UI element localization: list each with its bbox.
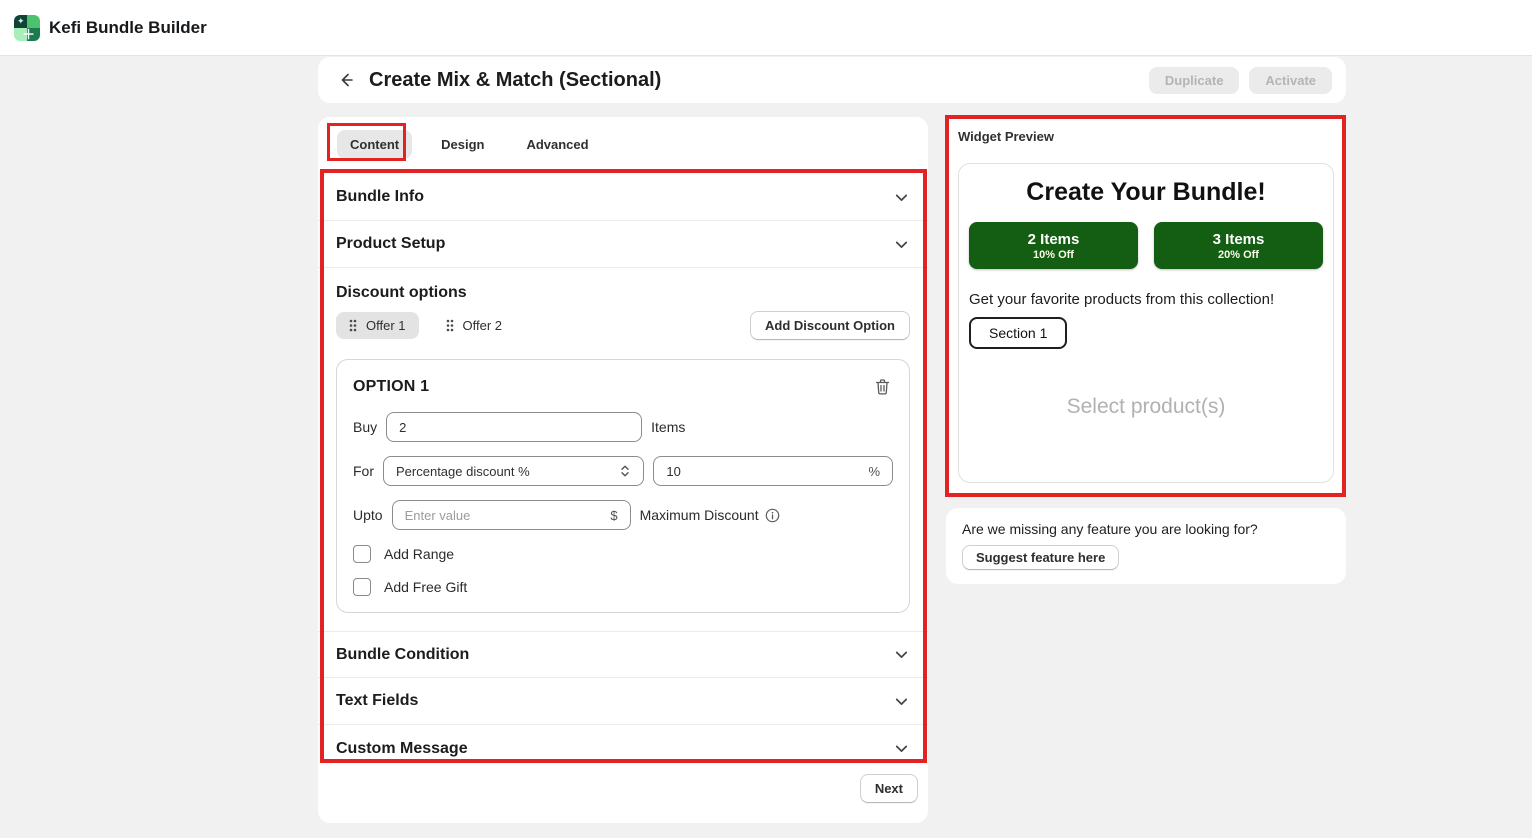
widget-preview-frame: Create Your Bundle! 2 Items 10% Off 3 It… [958, 163, 1334, 483]
buy-quantity-field[interactable] [386, 412, 642, 442]
percent-suffix: % [868, 464, 880, 479]
accordion-bundle-info[interactable]: Bundle Info [318, 174, 928, 221]
add-free-gift-label: Add Free Gift [384, 579, 467, 595]
accordion-custom-message[interactable]: Custom Message [318, 725, 928, 772]
discount-options-section: Discount options Offer 1 Offer 2 Add Dis… [318, 268, 928, 631]
chevron-down-icon [893, 189, 910, 206]
chevron-down-icon [893, 693, 910, 710]
option-1-card: OPTION 1 Buy Items For [336, 359, 910, 613]
accordion-text-fields[interactable]: Text Fields [318, 678, 928, 725]
accordion-bundle-condition[interactable]: Bundle Condition [318, 631, 928, 678]
editor-panel: Content Design Advanced Bundle Info Prod… [318, 117, 928, 823]
accordion-label: Product Setup [336, 235, 445, 253]
app-logo-icon: ✦＋ [14, 15, 40, 41]
add-range-label: Add Range [384, 546, 454, 562]
max-discount-input[interactable] [405, 508, 603, 523]
upto-label: Upto [353, 507, 383, 523]
dollar-suffix: $ [610, 508, 617, 523]
page-title: Create Mix & Match (Sectional) [369, 69, 661, 92]
max-discount-label: Maximum Discount [640, 507, 759, 523]
chevron-down-icon [893, 646, 910, 663]
widget-offer-buttons: 2 Items 10% Off 3 Items 20% Off [969, 222, 1323, 269]
tab-advanced[interactable]: Advanced [513, 130, 601, 159]
trash-icon [874, 378, 891, 396]
tab-content[interactable]: Content [337, 130, 412, 159]
app-title: Kefi Bundle Builder [49, 18, 207, 38]
offer-items-label: 2 Items [1028, 231, 1080, 248]
max-discount-field[interactable]: $ [392, 500, 631, 530]
discount-value-field[interactable]: % [653, 456, 893, 486]
delete-option-button[interactable] [872, 376, 893, 398]
add-free-gift-checkbox[interactable] [353, 578, 371, 596]
accordion-label: Bundle Info [336, 188, 424, 206]
widget-offer-button-2-items[interactable]: 2 Items 10% Off [969, 222, 1138, 269]
page-header: Create Mix & Match (Sectional) Duplicate… [318, 57, 1346, 103]
up-down-chevrons-icon [619, 464, 631, 478]
activate-button[interactable]: Activate [1249, 67, 1332, 94]
drag-handle-icon [349, 319, 357, 332]
discount-type-select[interactable]: Percentage discount % [383, 456, 644, 486]
offer-tabs: Offer 1 Offer 2 Add Discount Option [336, 311, 910, 340]
header-actions: Duplicate Activate [1149, 67, 1332, 94]
chevron-down-icon [893, 236, 910, 253]
back-button[interactable] [332, 66, 360, 94]
drag-handle-icon [446, 319, 454, 332]
offer-discount-label: 10% Off [1033, 249, 1074, 261]
discount-value-input[interactable] [666, 464, 860, 479]
for-label: For [353, 463, 374, 479]
app-screen: ✦＋ Kefi Bundle Builder Create Mix & Matc… [0, 0, 1532, 838]
offer-discount-label: 20% Off [1218, 249, 1259, 261]
accordion-product-setup[interactable]: Product Setup [318, 221, 928, 268]
widget-subtitle: Get your favorite products from this col… [969, 291, 1323, 308]
option-title: OPTION 1 [353, 378, 429, 396]
select-products-placeholder: Select product(s) [969, 395, 1323, 419]
tab-bar: Content Design Advanced [318, 117, 928, 159]
feedback-panel: Are we missing any feature you are looki… [946, 508, 1346, 584]
offer-tab-1[interactable]: Offer 1 [336, 312, 419, 339]
buy-label: Buy [353, 419, 377, 435]
accordion-label: Bundle Condition [336, 646, 469, 664]
top-bar: ✦＋ Kefi Bundle Builder [0, 0, 1532, 56]
content-tab-panel: Bundle Info Product Setup Discount optio… [318, 174, 928, 772]
widget-preview-title: Widget Preview [946, 116, 1346, 144]
offer-tab-2[interactable]: Offer 2 [433, 312, 516, 339]
offer-items-label: 3 Items [1213, 231, 1265, 248]
widget-offer-button-3-items[interactable]: 3 Items 20% Off [1154, 222, 1323, 269]
add-range-checkbox[interactable] [353, 545, 371, 563]
buy-quantity-input[interactable] [399, 420, 629, 435]
info-icon[interactable] [765, 508, 780, 523]
back-arrow-icon [337, 71, 355, 89]
tab-design[interactable]: Design [428, 130, 497, 159]
widget-preview-panel: Widget Preview Create Your Bundle! 2 Ite… [946, 116, 1346, 497]
discount-type-value: Percentage discount % [396, 464, 530, 479]
duplicate-button[interactable]: Duplicate [1149, 67, 1240, 94]
discount-options-title: Discount options [336, 284, 910, 302]
feedback-question: Are we missing any feature you are looki… [962, 521, 1330, 537]
widget-headline: Create Your Bundle! [969, 178, 1323, 207]
accordion-label: Custom Message [336, 740, 468, 758]
chevron-down-icon [893, 740, 910, 757]
offer-tab-label: Offer 1 [366, 318, 406, 333]
add-discount-option-button[interactable]: Add Discount Option [750, 311, 910, 340]
accordion-label: Text Fields [336, 692, 418, 710]
items-label: Items [651, 419, 685, 435]
next-button[interactable]: Next [860, 774, 918, 803]
offer-tab-label: Offer 2 [463, 318, 503, 333]
widget-section-1-button[interactable]: Section 1 [969, 317, 1067, 349]
suggest-feature-button[interactable]: Suggest feature here [962, 545, 1119, 570]
